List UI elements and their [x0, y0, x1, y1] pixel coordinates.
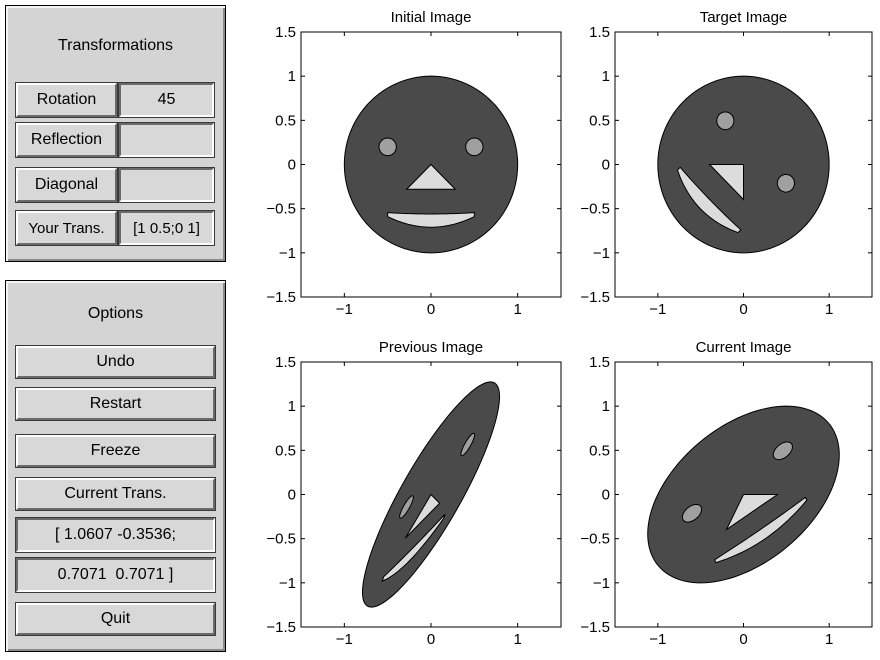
x-tick-label: 1	[825, 301, 833, 318]
y-tick-label: 0	[288, 157, 296, 174]
plot-4: −1 0 1 −1.5 −1 −0.5 0 0.5 1 1.5 Current Image	[580, 339, 873, 648]
plot-1: −1 0 1 −1.5 −1 −0.5 0 0.5 1 1.5 Initial Image	[266, 9, 562, 318]
y-tick-label: 0.5	[275, 112, 296, 129]
y-tick-label: −1	[593, 575, 610, 592]
y-tick-label: −1.5	[266, 289, 296, 306]
y-tick-label: −1	[279, 245, 296, 262]
x-tick-label: 1	[825, 631, 833, 648]
y-tick-label: 0.5	[589, 442, 610, 459]
y-tick-label: −0.5	[266, 201, 296, 218]
y-tick-label: −1	[593, 245, 610, 262]
x-tick-label: −1	[649, 301, 666, 318]
y-tick-label: 1	[288, 68, 296, 85]
y-tick-label: 0.5	[275, 442, 296, 459]
y-tick-label: 1.5	[275, 24, 296, 41]
y-tick-label: 1	[288, 398, 296, 415]
plots-area: −1 0 1−1.5−1−0.500.511.5Initial Image−1 0 1−…	[266, 9, 873, 648]
plot-title: Initial Image	[391, 9, 472, 26]
y-tick-label: −0.5	[266, 531, 296, 548]
x-tick-label: −1	[649, 631, 666, 648]
right-eye	[776, 173, 795, 193]
plot-2: −1 0 1 −1.5 −1 −0.5 0 0.5 1 1.5 Target Image	[580, 9, 873, 318]
x-tick-label: 1	[513, 631, 521, 648]
left-eye	[378, 137, 397, 157]
left-eye	[716, 111, 735, 131]
x-tick-label: 0	[739, 301, 747, 318]
y-tick-label: 1.5	[275, 354, 296, 371]
face-group	[657, 75, 830, 254]
plot-title: Previous Image	[379, 339, 483, 356]
face-group	[343, 75, 519, 254]
y-tick-label: 0.5	[589, 112, 610, 129]
y-tick-label: 0	[602, 157, 610, 174]
right-eye	[465, 137, 484, 157]
y-tick-label: 0	[602, 487, 610, 504]
plot-title: Target Image	[700, 9, 788, 26]
x-tick-label: −1	[336, 631, 353, 648]
y-tick-label: 0	[288, 487, 296, 504]
y-tick-label: −1.5	[580, 289, 610, 306]
x-tick-label: 0	[739, 631, 747, 648]
y-tick-label: −1.5	[266, 619, 296, 636]
y-tick-label: −1	[279, 575, 296, 592]
plot-title: Current Image	[696, 339, 792, 356]
x-tick-label: 0	[427, 631, 435, 648]
x-tick-label: −1	[336, 301, 353, 318]
y-tick-label: 1	[602, 68, 610, 85]
plot-3: −1 0 1 −1.5 −1 −0.5 0 0.5 1 1.5 Previous Image	[266, 339, 562, 648]
y-tick-label: 1.5	[589, 354, 610, 371]
y-tick-label: −1.5	[580, 619, 610, 636]
y-tick-label: 1.5	[589, 24, 610, 41]
y-tick-label: −0.5	[580, 201, 610, 218]
y-tick-label: −0.5	[580, 531, 610, 548]
x-tick-label: 1	[513, 301, 521, 318]
x-tick-label: 0	[427, 301, 435, 318]
y-tick-label: 1	[602, 398, 610, 415]
